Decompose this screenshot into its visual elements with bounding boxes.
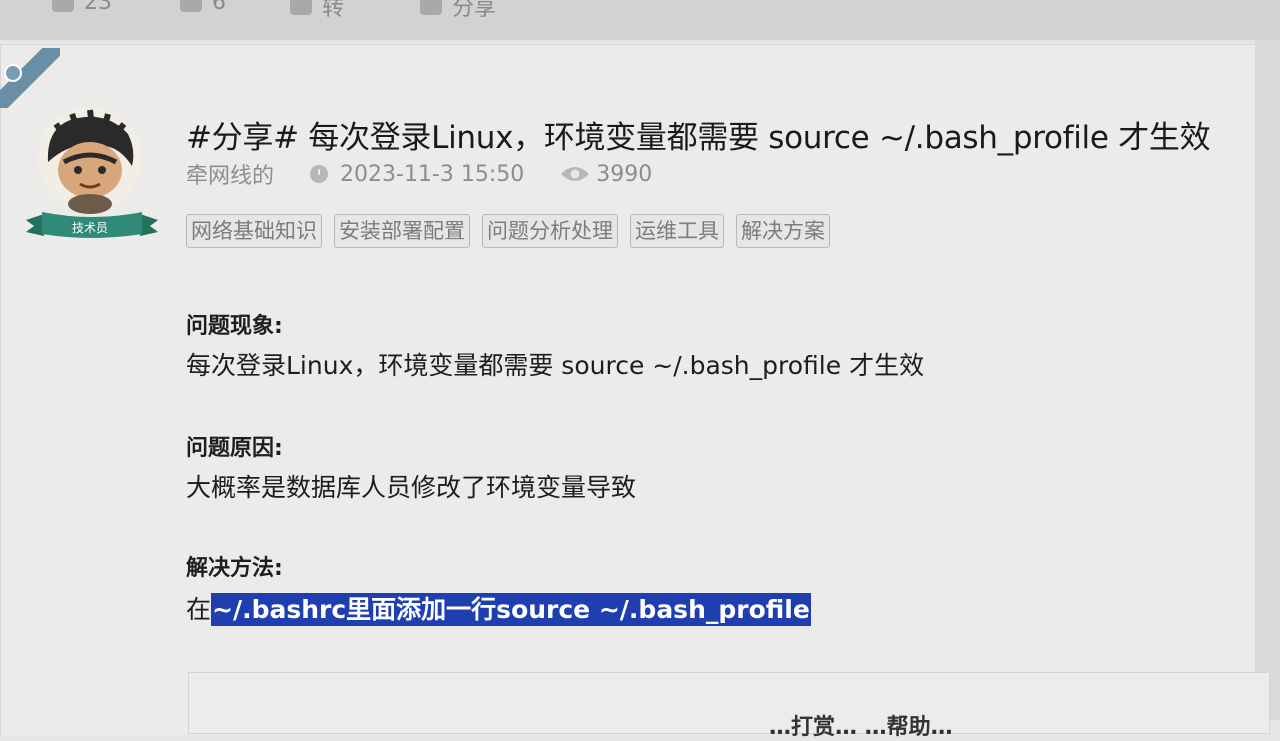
reward-box-partial-text: …打赏… …帮助… <box>769 715 953 740</box>
page-edge <box>1255 40 1280 720</box>
tag-solutions[interactable]: 解决方案 <box>736 214 830 248</box>
comment-icon <box>52 0 74 12</box>
forward-stat[interactable]: 转 <box>290 0 344 22</box>
cause-text: 大概率是数据库人员修改了环境变量导致 <box>186 473 637 502</box>
solution-heading: 解决方法: <box>186 556 283 581</box>
author-rank-label: 技术员 <box>71 221 108 235</box>
corner-ribbon <box>0 48 60 108</box>
author-avatar[interactable] <box>38 104 142 214</box>
tag-list: 网络基础知识 安装部署配置 问题分析处理 运维工具 解决方案 <box>186 214 830 248</box>
tag-ops-tools[interactable]: 运维工具 <box>630 214 724 248</box>
like-stat[interactable]: 6 <box>180 0 226 15</box>
post-title: #分享# 每次登录Linux，环境变量都需要 source ~/.bash_pr… <box>186 120 1211 156</box>
share-icon <box>420 0 442 15</box>
cause-heading: 问题原因: <box>186 436 283 461</box>
comment-count: 23 <box>84 0 112 15</box>
phenomenon-text: 每次登录Linux，环境变量都需要 source ~/.bash_profile… <box>186 351 925 380</box>
top-stats-bar: 23 6 转 分享 <box>0 0 1280 40</box>
view-count: 3990 <box>596 161 653 187</box>
like-icon <box>180 0 202 12</box>
forward-icon <box>290 0 312 15</box>
like-count: 6 <box>212 0 226 15</box>
selected-text[interactable]: ~/.bashrc里面添加一行source ~/.bash_profile <box>211 593 811 626</box>
tag-install-config[interactable]: 安装部署配置 <box>334 214 470 248</box>
post-meta: 牵网线的 2023-11-3 15:50 3990 <box>186 158 652 190</box>
tag-problem-analysis[interactable]: 问题分析处理 <box>482 214 618 248</box>
author-name[interactable]: 牵网线的 <box>186 158 274 190</box>
tag-network-basics[interactable]: 网络基础知识 <box>186 214 322 248</box>
solution-text: 在~/.bashrc里面添加一行source ~/.bash_profile <box>186 590 811 626</box>
clock-icon <box>310 165 329 183</box>
share-label: 分享 <box>452 0 497 21</box>
post-datetime: 2023-11-3 15:50 <box>340 161 525 187</box>
share-stat[interactable]: 分享 <box>420 0 496 22</box>
phenomenon-heading: 问题现象: <box>186 314 283 339</box>
eye-icon <box>561 167 590 181</box>
reward-box: …打赏… …帮助… <box>188 672 1270 740</box>
comment-stat[interactable]: 23 <box>52 0 112 15</box>
solution-prefix: 在 <box>186 595 212 624</box>
pin-icon <box>4 64 22 82</box>
forward-label: 转 <box>322 0 345 21</box>
